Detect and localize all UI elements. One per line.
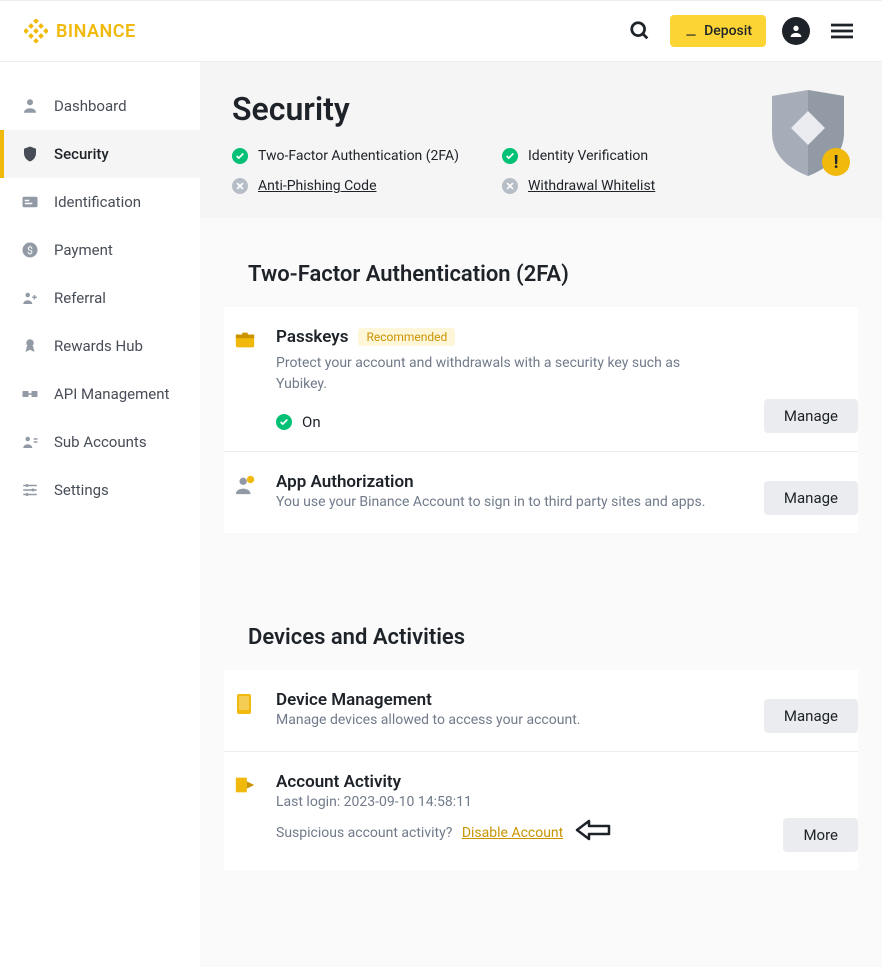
dashboard-icon	[20, 96, 40, 116]
setting-app-auth: App Authorization You use your Binance A…	[224, 452, 858, 533]
setting-desc: You use your Binance Account to sign in …	[276, 492, 728, 513]
main-content: Security Two-Factor Authentication (2FA)…	[200, 62, 882, 967]
last-login-text: Last login: 2023-09-10 14:58:11	[276, 792, 728, 813]
status-2fa: Two-Factor Authentication (2FA)	[232, 148, 502, 164]
more-button[interactable]: More	[783, 818, 858, 852]
status-antiphishing[interactable]: Anti-Phishing Code	[232, 178, 502, 194]
shield-icon	[20, 144, 40, 164]
sidebar-item-label: Settings	[54, 481, 109, 499]
sidebar-item-dashboard[interactable]: Dashboard	[0, 82, 200, 130]
svg-text:$: $	[27, 244, 33, 257]
sidebar-item-label: Referral	[54, 289, 106, 307]
status-label: Identity Verification	[528, 148, 648, 164]
pointer-arrow-annotation	[575, 817, 613, 850]
download-icon	[684, 24, 698, 38]
referral-icon	[20, 288, 40, 308]
status-link[interactable]: Anti-Phishing Code	[258, 178, 377, 194]
status-label: Two-Factor Authentication (2FA)	[258, 148, 459, 164]
page-title: Security	[232, 90, 850, 128]
status-link[interactable]: Withdrawal Whitelist	[528, 178, 655, 194]
recommended-badge: Recommended	[358, 328, 455, 346]
sidebar-item-label: Dashboard	[54, 97, 127, 115]
sidebar-item-api-management[interactable]: API Management	[0, 370, 200, 418]
api-icon	[20, 384, 40, 404]
status-identity: Identity Verification	[502, 148, 772, 164]
deposit-button[interactable]: Deposit	[670, 15, 766, 47]
sidebar: Dashboard Security Identification $ Paym…	[0, 62, 200, 967]
device-icon	[234, 692, 258, 720]
setting-status: On	[276, 413, 728, 431]
status-withdrawal[interactable]: Withdrawal Whitelist	[502, 178, 772, 194]
binance-icon	[24, 19, 48, 43]
sub-accounts-icon	[20, 432, 40, 452]
setting-desc: Manage devices allowed to access your ac…	[276, 710, 728, 731]
sidebar-item-label: API Management	[54, 385, 169, 403]
security-status-grid: Two-Factor Authentication (2FA) Identity…	[232, 148, 850, 194]
setting-title: Account Activity	[276, 772, 728, 792]
brand-logo[interactable]: BINANCE	[24, 19, 136, 43]
passkey-icon	[234, 329, 258, 355]
avatar-icon	[782, 17, 810, 45]
status-text: On	[302, 413, 321, 431]
sidebar-item-identification[interactable]: Identification	[0, 178, 200, 226]
check-icon	[502, 148, 518, 164]
sidebar-item-referral[interactable]: Referral	[0, 274, 200, 322]
security-shield-badge: !	[766, 90, 850, 184]
search-button[interactable]	[624, 15, 656, 47]
sidebar-item-label: Payment	[54, 241, 113, 259]
sidebar-item-settings[interactable]: Settings	[0, 466, 200, 514]
setting-device-management: Device Management Manage devices allowed…	[224, 670, 858, 752]
deposit-label: Deposit	[704, 23, 752, 39]
header-actions: Deposit	[624, 15, 858, 47]
profile-button[interactable]	[780, 15, 812, 47]
sidebar-item-label: Sub Accounts	[54, 433, 147, 451]
app-auth-icon	[234, 474, 258, 500]
setting-passkeys: Passkeys Recommended Protect your accoun…	[224, 307, 858, 452]
sidebar-item-sub-accounts[interactable]: Sub Accounts	[0, 418, 200, 466]
sidebar-item-label: Identification	[54, 193, 141, 211]
section-2fa: Two-Factor Authentication (2FA) Passkeys…	[200, 218, 882, 533]
manage-button[interactable]: Manage	[764, 481, 858, 515]
manage-button[interactable]: Manage	[764, 699, 858, 733]
sidebar-item-payment[interactable]: $ Payment	[0, 226, 200, 274]
sidebar-item-security[interactable]: Security	[0, 130, 200, 178]
activity-icon	[234, 774, 258, 800]
svg-text:!: !	[834, 152, 839, 173]
rewards-icon	[20, 336, 40, 356]
sidebar-item-rewards-hub[interactable]: Rewards Hub	[0, 322, 200, 370]
x-icon	[502, 178, 518, 194]
setting-account-activity: Account Activity Last login: 2023-09-10 …	[224, 752, 858, 870]
setting-title: Device Management	[276, 690, 728, 710]
section-title: Two-Factor Authentication (2FA)	[224, 242, 858, 307]
gear-icon	[20, 480, 40, 500]
check-icon	[232, 148, 248, 164]
id-card-icon	[20, 192, 40, 212]
section-title: Devices and Activities	[224, 605, 858, 670]
menu-button[interactable]	[826, 15, 858, 47]
section-devices: Devices and Activities Device Management…	[200, 581, 882, 870]
search-icon	[629, 20, 651, 42]
x-icon	[232, 178, 248, 194]
setting-title: Passkeys	[276, 327, 348, 347]
hamburger-icon	[831, 20, 853, 42]
setting-title: App Authorization	[276, 472, 728, 492]
sidebar-item-label: Security	[54, 145, 109, 163]
disable-account-link[interactable]: Disable Account	[462, 825, 563, 841]
security-header: Security Two-Factor Authentication (2FA)…	[200, 62, 882, 218]
sidebar-item-label: Rewards Hub	[54, 337, 143, 355]
setting-desc: Protect your account and withdrawals wit…	[276, 353, 728, 395]
brand-text: BINANCE	[56, 21, 136, 42]
suspicious-text: Suspicious account activity?	[276, 825, 452, 841]
payment-icon: $	[20, 240, 40, 260]
manage-button[interactable]: Manage	[764, 399, 858, 433]
check-icon	[276, 414, 292, 430]
header: BINANCE Deposit	[0, 0, 882, 62]
